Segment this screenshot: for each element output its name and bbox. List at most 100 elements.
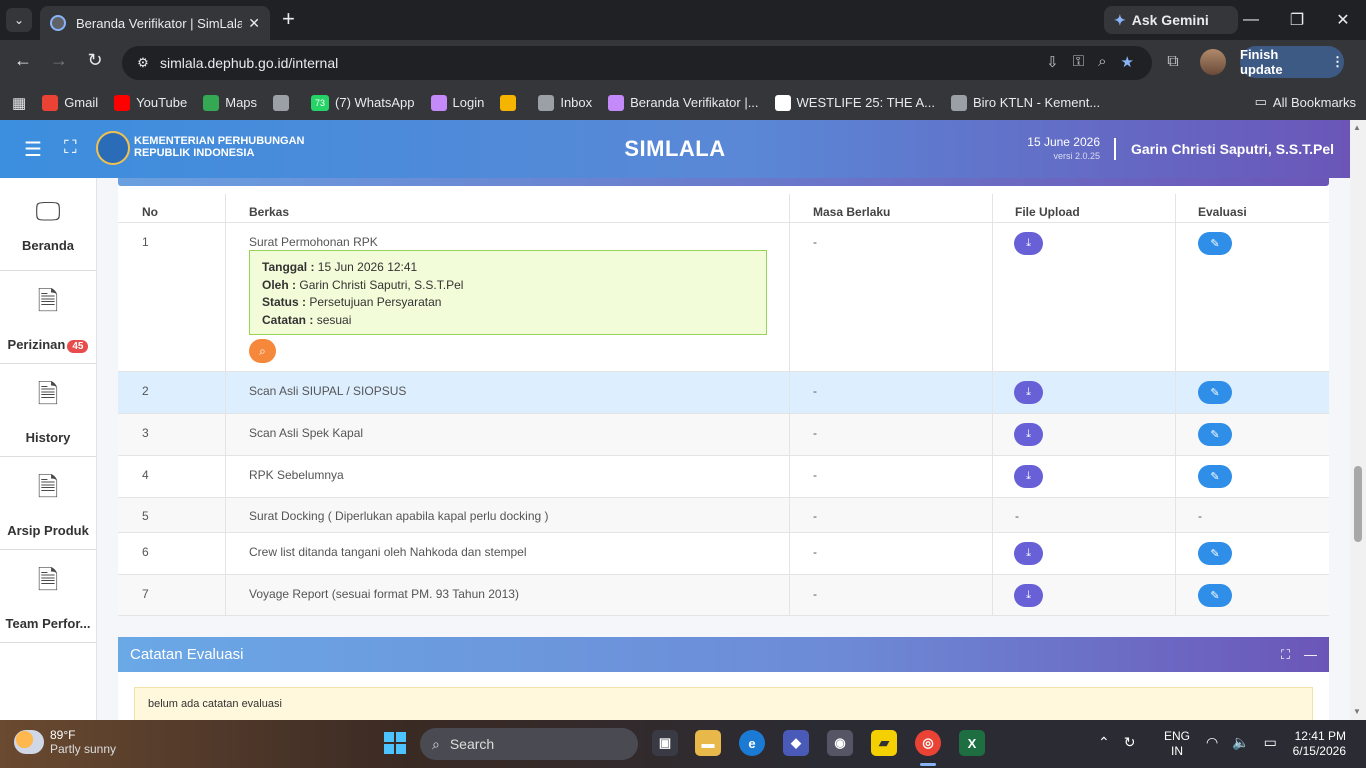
table-row: 1 Surat Permohonan RPK Tanggal : 15 Jun … — [118, 222, 1329, 371]
install-app-icon[interactable]: ⇩ — [1046, 53, 1059, 71]
page-scrollbar[interactable]: ▲ ▼ — [1350, 120, 1366, 720]
partly-sunny-icon — [14, 730, 44, 754]
scroll-down-icon[interactable]: ▼ — [1353, 707, 1361, 716]
validity-period: - — [813, 235, 817, 249]
bookmark-label: Beranda Verifikator |... — [630, 95, 759, 110]
extensions-icon[interactable]: ⧉ — [1160, 53, 1186, 71]
bookmark-label: Login — [452, 95, 485, 110]
edit-evaluation-icon[interactable]: ✎ — [1198, 584, 1232, 607]
sidebar-item-perizinan[interactable]: 🗎 Perizinan 45 — [0, 271, 96, 364]
download-icon[interactable]: ⤓ — [1014, 542, 1043, 565]
windows-start-icon[interactable] — [384, 732, 406, 754]
edit-evaluation-icon[interactable]: ✎ — [1198, 423, 1232, 446]
download-icon[interactable]: ⤓ — [1014, 465, 1043, 488]
documents-table: No Berkas Masa Berlaku File Upload Evalu… — [118, 186, 1329, 616]
bookmark-item[interactable] — [273, 94, 295, 111]
scroll-up-icon[interactable]: ▲ — [1353, 123, 1361, 132]
scrollbar-thumb[interactable] — [1354, 466, 1362, 542]
taskbar-search-label: Search — [449, 736, 495, 752]
bookmark-star-icon[interactable]: ★ — [1121, 53, 1134, 71]
monitor-icon: 🖵 — [35, 195, 61, 226]
sidebar-item-team-performance[interactable]: 🗎 Team Perfor... — [0, 550, 96, 643]
language-indicator[interactable]: ENG IN — [1164, 729, 1190, 759]
sidebar-item-beranda[interactable]: 🖵 Beranda — [0, 178, 96, 271]
view-detail-search-icon[interactable]: ⌕ — [249, 339, 276, 363]
sidebar-item-arsip-produk[interactable]: 🗎 Arsip Produk — [0, 457, 96, 550]
validity-period: - — [813, 509, 817, 523]
minimize-icon[interactable]: — — [1228, 0, 1274, 40]
sticky-notes-icon[interactable]: ▰ — [871, 730, 897, 756]
security-app-icon[interactable]: ◆ — [783, 730, 809, 756]
verification-status: Status : Persetujuan Persyaratan — [262, 295, 442, 310]
inbox-icon — [538, 94, 555, 111]
all-bookmarks-button[interactable]: ▭ All Bookmarks — [1255, 94, 1356, 110]
show-hidden-icons-icon[interactable]: ⌃ — [1098, 734, 1110, 751]
bookmark-item[interactable]: Biro KTLN - Kement... — [951, 94, 1100, 111]
wifi-icon[interactable]: ◠ — [1206, 734, 1218, 751]
bookmark-item[interactable]: Inbox — [538, 94, 592, 111]
edit-evaluation-icon[interactable]: ✎ — [1198, 381, 1232, 404]
task-view-icon[interactable]: ▣ — [652, 730, 678, 756]
close-tab-icon[interactable]: ✕ — [248, 15, 260, 32]
bookmark-item[interactable] — [500, 94, 522, 111]
validity-period: - — [813, 468, 817, 482]
bookmark-item[interactable]: YouTube — [114, 94, 187, 111]
zoom-icon[interactable]: ⌕ — [1098, 53, 1106, 71]
main-content: No Berkas Masa Berlaku File Upload Evalu… — [97, 178, 1350, 720]
chrome-icon[interactable]: ◎ — [915, 730, 941, 756]
password-key-icon[interactable]: ⚿ — [1073, 53, 1084, 71]
collapse-icon[interactable]: — — [1304, 647, 1317, 663]
reload-icon[interactable]: ↻ — [82, 50, 108, 71]
expand-icon[interactable]: ⛶ — [1281, 647, 1290, 663]
sync-icon[interactable]: ↻ — [1124, 734, 1136, 751]
ask-gemini-button[interactable]: ✦ Ask Gemini — [1104, 6, 1238, 34]
temperature: 89°F — [50, 728, 76, 742]
bookmark-item[interactable]: 73 (7) WhatsApp — [311, 94, 415, 111]
bookmark-item[interactable]: Gmail — [42, 94, 98, 111]
verification-info-box: Tanggal : 15 Jun 2026 12:41 Oleh : Garin… — [249, 250, 767, 335]
apps-grid-icon[interactable]: ▦ — [12, 94, 26, 112]
download-icon[interactable]: ⤓ — [1014, 584, 1043, 607]
edit-evaluation-icon[interactable]: ✎ — [1198, 465, 1232, 488]
file-explorer-icon[interactable]: ▬ — [695, 730, 721, 756]
taskbar-search[interactable]: ⌕ Search — [420, 728, 638, 760]
download-icon[interactable]: ⤓ — [1014, 381, 1043, 404]
close-window-icon[interactable]: ✕ — [1320, 0, 1366, 40]
ministry-icon — [608, 94, 625, 111]
finish-update-button[interactable]: Finish update ⋮ — [1240, 46, 1344, 78]
download-icon[interactable]: ⤓ — [1014, 423, 1043, 446]
bookmark-item[interactable]: Login — [430, 94, 485, 111]
bookmark-item[interactable]: Maps — [203, 94, 257, 111]
volume-icon[interactable]: 🔈 — [1232, 734, 1249, 751]
weather-text: 89°F Partly sunny — [50, 728, 116, 756]
site-info-icon[interactable]: ⚙ — [130, 55, 156, 71]
sidebar-item-history[interactable]: 🗎 History — [0, 364, 96, 457]
url-text: simlala.dephub.go.id/internal — [160, 55, 339, 71]
tab-search-button[interactable]: ⌄ — [6, 8, 32, 32]
back-icon[interactable]: ← — [10, 50, 36, 71]
card-header-edge — [118, 178, 1329, 186]
clock[interactable]: 12:41 PM 6/15/2026 — [1293, 729, 1346, 759]
bookmark-item[interactable]: Beranda Verifikator |... — [608, 94, 759, 111]
new-tab-button[interactable]: + — [282, 8, 295, 30]
weather-widget[interactable]: 89°F Partly sunny — [14, 728, 116, 756]
camera-icon[interactable]: ◉ — [827, 730, 853, 756]
status-icons: ◠ 🔈 ▭ — [1206, 734, 1277, 751]
restore-icon[interactable]: ❐ — [1274, 0, 1320, 40]
forward-icon[interactable]: → — [46, 50, 72, 71]
document-name: Scan Asli Spek Kapal — [249, 426, 364, 440]
profile-avatar[interactable] — [1200, 49, 1226, 75]
browser-tab[interactable]: Beranda Verifikator | SimLala ✕ — [40, 6, 270, 40]
battery-icon[interactable]: ▭ — [1264, 734, 1277, 751]
edge-icon[interactable]: e — [739, 730, 765, 756]
edit-evaluation-icon[interactable]: ✎ — [1198, 542, 1232, 565]
download-icon[interactable]: ⤓ — [1014, 232, 1043, 255]
edit-evaluation-icon[interactable]: ✎ — [1198, 232, 1232, 255]
excel-icon[interactable]: X — [959, 730, 985, 756]
bookmark-item[interactable]: WESTLIFE 25: THE A... — [774, 94, 935, 111]
system-tray: ⌃ ↻ — [1098, 734, 1135, 751]
document-name: Scan Asli SIUPAL / SIOPSUS — [249, 384, 407, 398]
address-bar[interactable]: ⚙ simlala.dephub.go.id/internal ⇩ ⚿ ⌕ ★ — [122, 46, 1152, 80]
user-name[interactable]: Garin Christi Saputri, S.S.T.Pel — [1131, 141, 1334, 157]
search-icon: ⌕ — [432, 735, 440, 752]
